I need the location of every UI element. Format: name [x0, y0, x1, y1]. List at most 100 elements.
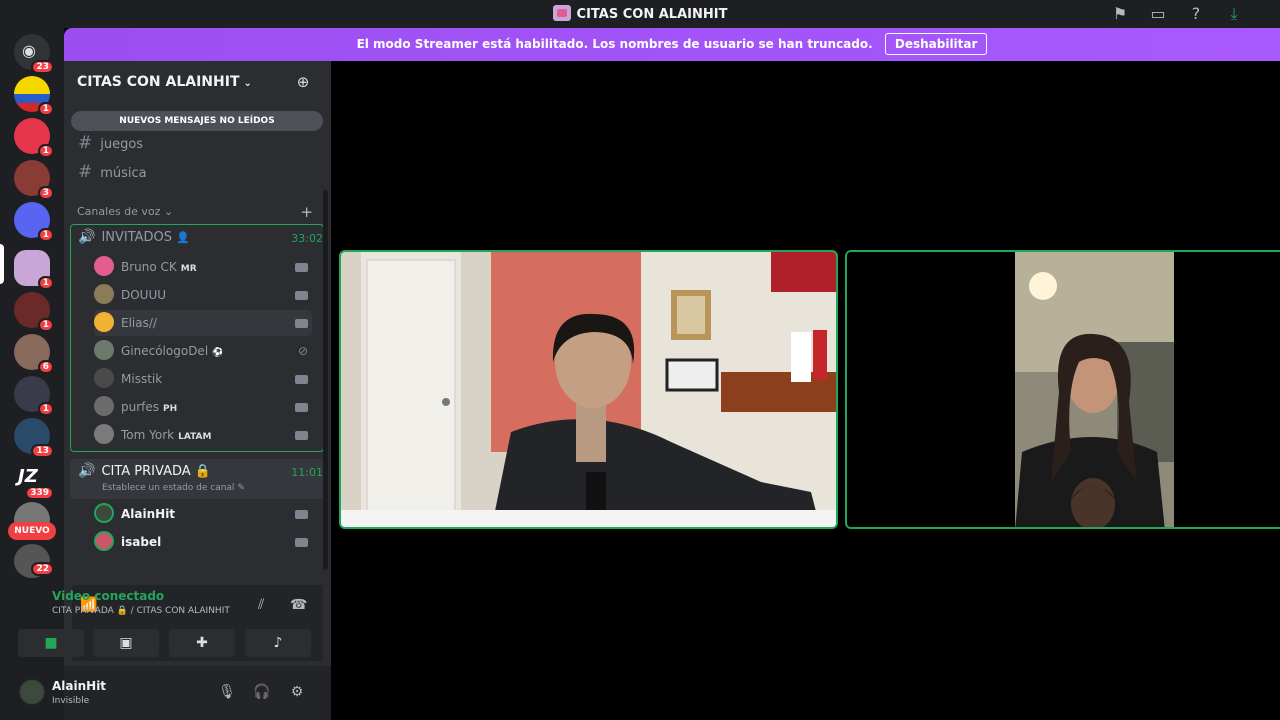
voice-category[interactable]: Canales de voz ⌄	[77, 205, 173, 218]
discord-icon: ◉	[22, 41, 36, 60]
banner-message: El modo Streamer está habilitado. Los no…	[356, 37, 873, 51]
video-feed	[341, 252, 836, 527]
video-tile-isabel[interactable]	[845, 250, 1280, 529]
user-name: Tom York	[121, 428, 175, 442]
pencil-icon: ✎	[237, 483, 245, 493]
user-tag: MR	[180, 264, 197, 274]
camera-icon	[295, 263, 308, 272]
voice-location[interactable]: CITA PRIVADA 🔒 / CITAS CON ALAINHIT	[52, 606, 230, 616]
activities-icon: ✚	[196, 635, 208, 651]
user-status: Invisible	[52, 696, 90, 706]
server-icon[interactable]: 6	[14, 334, 54, 374]
add-member-icon[interactable]: ⊕	[293, 73, 313, 93]
voice-user[interactable]: GinecólogoDel ⚽ ⊘	[94, 338, 312, 364]
avatar	[94, 531, 114, 551]
server-icon[interactable]: 13	[14, 418, 54, 458]
avatar	[94, 312, 114, 332]
voice-user[interactable]: isabel	[94, 529, 312, 555]
noise-suppression-icon[interactable]: ⫽	[258, 597, 264, 613]
server-icon[interactable]: 1	[14, 376, 54, 416]
guild-name-area[interactable]: CITAS CON ALAINHIT ⌄	[77, 74, 252, 90]
user-name: Elias//	[121, 316, 157, 330]
user-name: Misstik	[121, 372, 163, 386]
camera-toggle-button[interactable]: ■	[18, 629, 84, 657]
badge: 1	[37, 276, 54, 290]
screen-share-icon: ▣	[119, 635, 133, 651]
voice-user[interactable]: Misstik	[94, 366, 312, 392]
speaker-icon: 🔊	[78, 463, 96, 479]
server-icon[interactable]: 1	[14, 202, 54, 242]
server-icon-active[interactable]: 1	[14, 250, 54, 290]
server-icon[interactable]: 1	[14, 118, 54, 158]
user-tag: PH	[163, 404, 178, 414]
soundboard-icon: ♪	[273, 635, 283, 651]
voice-user[interactable]: DOUUU	[94, 282, 312, 308]
voice-user[interactable]: Tom York LATAM	[94, 422, 312, 448]
selected-indicator	[0, 244, 4, 284]
avatar	[94, 256, 114, 276]
help-icon[interactable]: ?	[1186, 4, 1206, 24]
home-button[interactable]: ◉ 23	[14, 34, 54, 74]
camera-icon	[295, 510, 308, 519]
unread-messages-pill[interactable]: NUEVOS MENSAJES NO LEÍDOS	[71, 111, 323, 131]
avatar	[94, 503, 114, 523]
camera-icon	[295, 375, 308, 384]
camera-icon	[295, 291, 308, 300]
server-icon[interactable]: 1	[14, 292, 54, 332]
user-name: isabel	[121, 535, 162, 549]
disable-streamer-button[interactable]: Deshabilitar	[884, 33, 988, 55]
camera-icon	[295, 403, 308, 412]
channel-status-hint[interactable]: Establece un estado de canal ✎	[102, 483, 245, 493]
channel-musica[interactable]: # música	[78, 160, 147, 184]
user-name: Bruno CK	[121, 260, 177, 274]
video-feed	[847, 252, 1280, 527]
settings-gear-icon[interactable]: ⚙	[288, 684, 306, 702]
soundboard-button[interactable]: ♪	[245, 629, 311, 657]
add-channel-icon[interactable]: +	[300, 203, 313, 221]
voice-channel-header[interactable]: 🔊 INVITADOS 👤	[78, 226, 190, 248]
voice-user[interactable]: purfes PH	[94, 394, 312, 420]
user-name: purfes	[121, 400, 160, 414]
server-icon[interactable]: JZ 339	[14, 460, 54, 500]
voice-channel-header[interactable]: 🔊 CITA PRIVADA 🔒	[78, 460, 211, 482]
call-timer: 33:02	[291, 232, 323, 245]
badge: 22	[31, 562, 54, 576]
voice-user[interactable]: Elias//	[94, 310, 312, 336]
voice-user[interactable]: Bruno CK MR	[94, 254, 312, 280]
voice-status[interactable]: Video conectado	[52, 589, 164, 603]
camera-icon	[295, 319, 308, 328]
badge: 1	[37, 318, 54, 332]
download-icon[interactable]: ⤓	[1224, 4, 1244, 24]
badge: 1	[37, 102, 54, 116]
streamer-mode-banner: El modo Streamer está habilitado. Los no…	[64, 28, 1280, 61]
window-title: CITAS CON ALAINHIT	[576, 7, 728, 22]
user-tag: ⚽	[212, 348, 224, 358]
flag-icon[interactable]: ⚑	[1110, 4, 1130, 24]
avatar[interactable]	[18, 678, 46, 706]
disconnect-icon[interactable]: ☎	[290, 597, 307, 613]
channel-juegos[interactable]: # juegos	[78, 131, 143, 155]
user-name[interactable]: AlainHit	[52, 679, 106, 693]
chevron-down-icon: ⌄	[243, 78, 252, 89]
avatar	[94, 368, 114, 388]
avatar	[94, 340, 114, 360]
headphones-icon[interactable]: 🎧	[253, 684, 271, 702]
video-tile-alainhit[interactable]	[339, 250, 838, 529]
server-icon[interactable]: 1	[14, 76, 54, 116]
server-icon[interactable]: 3	[14, 160, 54, 200]
call-timer: 11:01	[291, 466, 323, 479]
inbox-icon[interactable]: ▭	[1148, 4, 1168, 24]
server-icon[interactable]: 22	[14, 544, 54, 578]
screen-share-button[interactable]: ▣	[93, 629, 159, 657]
new-badge: NUEVO	[8, 522, 56, 540]
guild-header[interactable]: CITAS CON ALAINHIT ⌄ ⊕	[64, 61, 331, 103]
sidebar-scrollbar[interactable]	[323, 190, 328, 570]
badge: 23	[31, 60, 54, 74]
voice-user[interactable]: AlainHit	[94, 501, 312, 527]
guild-name: CITAS CON ALAINHIT	[77, 74, 240, 90]
channel-name: juegos	[100, 137, 144, 152]
activities-button[interactable]: ✚	[169, 629, 235, 657]
server-icon	[552, 5, 571, 21]
microphone-icon[interactable]: 🎙	[218, 684, 236, 702]
badge: 1	[37, 144, 54, 158]
